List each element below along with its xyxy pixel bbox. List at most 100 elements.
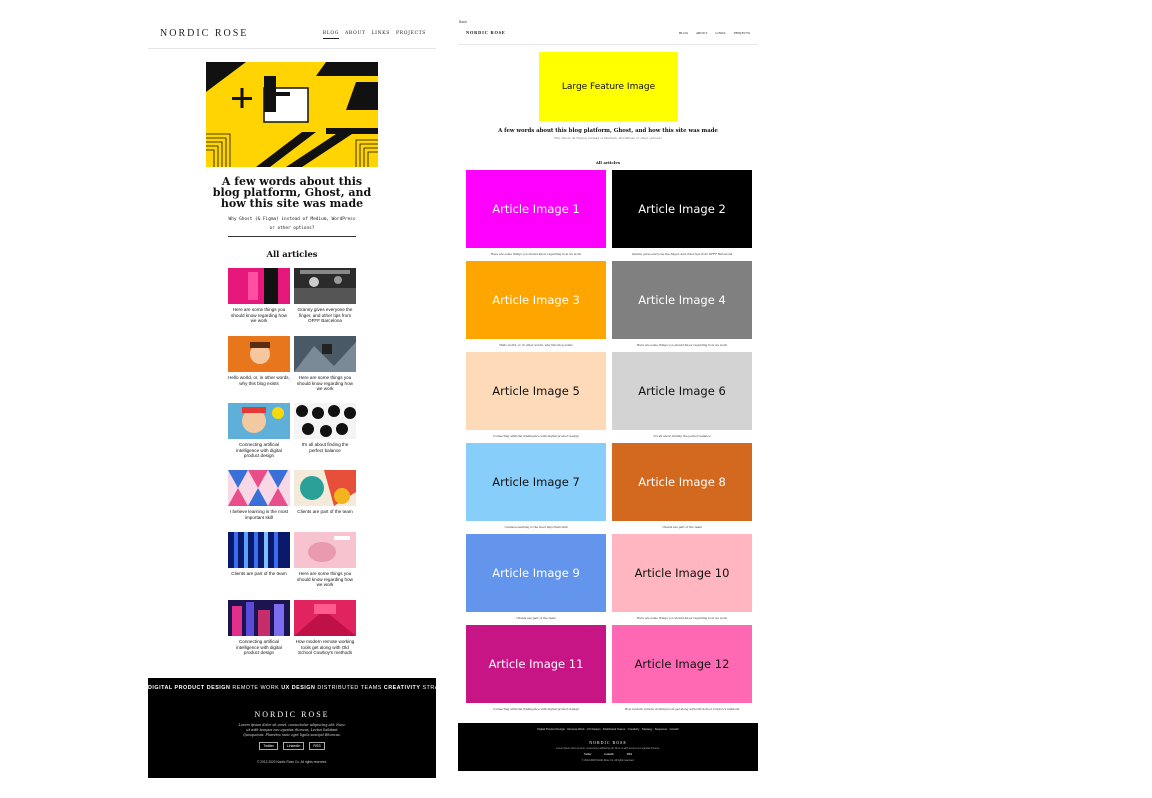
footer-logo[interactable]: NORDIC ROSE [148,710,436,719]
article-caption[interactable]: Here are some things you should know reg… [228,307,290,324]
twitter-link[interactable]: Twitter [584,753,592,756]
all-articles-heading: All articles [266,249,318,259]
article-thumbnail[interactable] [228,470,290,506]
rss-link[interactable]: RSS [627,753,632,756]
nav-projects[interactable]: PROJECTS [396,31,426,39]
article-card[interactable]: Article Image 11 Connecting artificial in… [466,625,606,711]
post-subtitle: Why Ghost (& Figma) instead of Medium, W… [554,136,662,140]
article-caption[interactable]: Here are some things you should know reg… [294,375,356,392]
article-caption[interactable]: Hello world, or, in other words, why thi… [228,375,290,386]
article-thumbnail[interactable] [294,470,356,506]
article-image-placeholder[interactable]: Article Image 6 [612,352,752,430]
nav-links[interactable]: LINKS [715,31,725,35]
article-image-placeholder[interactable]: Article Image 2 [612,170,752,248]
article-caption[interactable]: Clients are part of the team [612,525,752,529]
article-thumbnail[interactable] [294,600,356,636]
back-link[interactable]: Back [459,20,467,24]
article-caption[interactable]: Connecting artificial intelligence with … [466,707,606,711]
article-caption[interactable]: Clients are part of the team [466,616,606,620]
article-thumbnail[interactable] [294,532,356,568]
article-image-placeholder[interactable]: Article Image 9 [466,534,606,612]
article-card[interactable]: Article Image 8 Clients are part of the t… [612,443,752,529]
article-card[interactable]: Connecting artificial intelligence with … [228,403,290,459]
article-image-placeholder[interactable]: Article Image 10 [612,534,752,612]
divider [228,236,356,237]
post-title[interactable]: A few words about this blog platform, Gh… [208,176,376,209]
article-caption[interactable]: Granny gives everyone the finger, and ot… [612,252,752,256]
twitter-link[interactable]: Twitter [259,742,278,750]
article-card[interactable]: Here are some things you should know reg… [228,268,290,324]
article-card[interactable]: Article Image 6 It's all about finding th… [612,352,752,438]
article-caption[interactable]: Clients are part of the team [228,571,290,577]
hero-image[interactable] [206,62,378,167]
article-caption[interactable]: Here are some things you should know reg… [466,252,606,256]
article-card[interactable]: Article Image 3 Hello world, or, in other… [466,261,606,347]
article-card[interactable]: Here are some things you should know reg… [294,532,356,588]
article-caption[interactable]: I believe learning is the most important… [466,525,606,529]
site-logo[interactable]: NORDIC ROSE [160,28,248,39]
article-card[interactable]: Article Image 9 Clients are part of the t… [466,534,606,620]
footer-logo[interactable]: NORDIC ROSE [458,740,758,745]
article-image-placeholder[interactable]: Article Image 7 [466,443,606,521]
site-logo[interactable]: NORDIC ROSE [466,30,506,35]
article-caption[interactable]: Here are some things you should know reg… [294,571,356,588]
article-card[interactable]: Article Image 10 Here are some things you… [612,534,752,620]
article-caption[interactable]: Hello world, or, in other words, why thi… [466,343,606,347]
article-card[interactable]: I believe learning is the most important… [228,470,290,520]
topic-ticker: Digital Product Design · Remote Work · U… [537,727,679,731]
post-title[interactable]: A few words about this blog platform, Gh… [458,128,758,134]
nav-about[interactable]: ABOUT [345,31,365,39]
article-caption[interactable]: Connecting artificial intelligence with … [466,434,606,438]
nav-links[interactable]: LINKS [371,31,389,39]
article-thumbnail[interactable] [228,532,290,568]
article-card[interactable]: Hello world, or, in other words, why thi… [228,336,290,386]
article-thumbnail[interactable] [294,268,356,304]
article-caption[interactable]: Here are some things you should know reg… [612,343,752,347]
article-image-placeholder[interactable]: Article Image 4 [612,261,752,339]
article-card[interactable]: How modern remote working tools get alon… [294,600,356,656]
article-image-placeholder[interactable]: Article Image 5 [466,352,606,430]
nav-about[interactable]: ABOUT [696,31,707,35]
feature-image-placeholder[interactable]: Large Feature Image [539,52,678,121]
nav-blog[interactable]: BLOG [679,31,688,35]
article-thumbnail[interactable] [228,268,290,304]
article-card[interactable]: Clients are part of the team [294,470,356,515]
article-card[interactable]: Article Image 4 Here are some things you … [612,261,752,347]
article-card[interactable]: Article Image 7 I believe learning is the… [466,443,606,529]
article-caption[interactable]: Here are some things you should know reg… [612,616,752,620]
article-thumbnail[interactable] [294,403,356,439]
article-thumbnail[interactable] [294,336,356,372]
article-image-placeholder[interactable]: Article Image 11 [466,625,606,703]
article-card[interactable]: Article Image 12 How modern remote workin… [612,625,752,711]
nav-blog[interactable]: BLOG [322,31,339,39]
article-card[interactable]: Article Image 5 Connecting artificial int… [466,352,606,438]
article-caption[interactable]: Clients are part of the team [294,509,356,515]
article-caption[interactable]: Connecting artificial intelligence with … [228,442,290,459]
article-card[interactable]: It's all about finding the perfect balan… [294,403,356,453]
article-caption[interactable]: Connecting artificial intelligence with … [228,639,290,656]
article-caption[interactable]: How modern remote working tools get alon… [612,707,752,711]
linkedin-link[interactable]: LinkedIn [604,753,614,756]
linkedin-link[interactable]: LinkedIn [282,742,305,750]
article-image-placeholder[interactable]: Article Image 12 [612,625,752,703]
article-image-placeholder[interactable]: Article Image 8 [612,443,752,521]
rss-link[interactable]: RSS [309,742,325,750]
article-caption[interactable]: It's all about finding the perfect balan… [612,434,752,438]
article-card[interactable]: Article Image 2 Granny gives everyone the… [612,170,752,256]
article-caption[interactable]: Granny gives everyone the finger, and ot… [294,307,356,324]
article-card[interactable]: Clients are part of the team [228,532,290,577]
article-card[interactable]: Article Image 1 Here are some things you … [466,170,606,256]
article-card[interactable]: Granny gives everyone the finger, and ot… [294,268,356,324]
site-header: NORDIC ROSE BLOG ABOUT LINKS PROJECTS [458,26,758,45]
article-card[interactable]: Here are some things you should know reg… [294,336,356,392]
article-image-placeholder[interactable]: Article Image 3 [466,261,606,339]
article-card[interactable]: Connecting artificial intelligence with … [228,600,290,656]
article-caption[interactable]: It's all about finding the perfect balan… [294,442,356,453]
article-thumbnail[interactable] [228,600,290,636]
nav-projects[interactable]: PROJECTS [734,31,750,35]
article-thumbnail[interactable] [228,403,290,439]
article-image-placeholder[interactable]: Article Image 1 [466,170,606,248]
article-thumbnail[interactable] [228,336,290,372]
article-caption[interactable]: I believe learning is the most important… [228,509,290,520]
article-caption[interactable]: How modern remote working tools get alon… [294,639,356,656]
